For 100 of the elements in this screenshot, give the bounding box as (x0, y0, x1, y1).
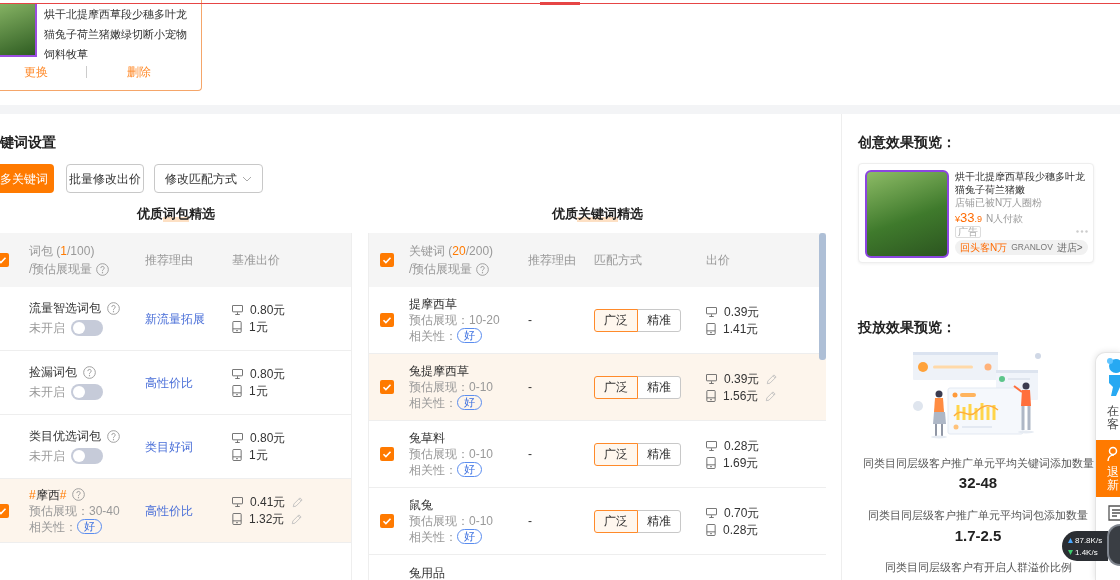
checkbox[interactable] (380, 447, 394, 461)
bid-price: 0.80元 (250, 304, 286, 316)
match-type-button[interactable]: 广泛 (594, 509, 638, 533)
stat-label: 同类目同层级客户有开启人群溢价比例 (884, 561, 1072, 573)
bid-price: 0.80元 (250, 432, 286, 444)
reason-link[interactable]: 高性价比 (145, 501, 193, 520)
monitor-icon (706, 507, 717, 518)
column-header: 词包 (1/100) (29, 243, 95, 259)
help-icon[interactable] (107, 429, 120, 443)
ad-title: 烘干北提摩西草段少穗多叶龙猫兔子荷兰猪嫩 (955, 170, 1086, 196)
relevance-label: 相关性： (29, 518, 77, 535)
match-type-button[interactable]: 广泛 (594, 375, 638, 399)
dropdown-label: 修改匹配方式 (165, 170, 237, 188)
relevance-label: 相关性： (409, 461, 457, 478)
bid-price: 1元 (249, 321, 268, 333)
help-icon[interactable] (96, 262, 110, 276)
help-icon[interactable] (83, 365, 96, 379)
upload-speed: 87.8K/s (1075, 535, 1103, 545)
product-title: 烘干北提摩西草段少穗多叶龙猫兔子荷兰猪嫩绿切断小宠物饲料牧草 (44, 7, 188, 62)
column-header: 关键词 (20/200) (409, 243, 494, 259)
checkbox[interactable] (380, 313, 394, 327)
estimate-text: 预估展现：30-40 (29, 502, 120, 519)
pencil-icon[interactable] (765, 389, 778, 402)
shop-link[interactable]: 进店> (1056, 242, 1083, 253)
column-header: 匹配方式 (594, 252, 642, 269)
checkbox[interactable] (380, 380, 394, 394)
help-icon[interactable] (107, 301, 120, 315)
brand-name: GRANLOV (1011, 242, 1053, 253)
more-icon[interactable] (1075, 230, 1088, 233)
keyword-name: 兔提摩西草 (409, 363, 469, 378)
status-text: 未开启 (29, 320, 65, 337)
sales-count: N人付款 (986, 212, 1024, 226)
checkbox[interactable] (0, 253, 9, 267)
estimate-text: 预估展现：10-20 (409, 311, 500, 328)
package-name: 流量智选词包 (29, 300, 101, 316)
bid-price: 1.41元 (723, 322, 759, 335)
help-icon[interactable] (72, 488, 86, 501)
help-icon[interactable] (476, 262, 490, 276)
monitor-icon (232, 433, 243, 443)
reason-text: - (528, 312, 532, 329)
section-heading: 键词设置 (0, 134, 56, 150)
phone-icon (232, 321, 242, 333)
match-type-button[interactable]: 精准 (637, 375, 681, 399)
monitor-icon (706, 440, 717, 451)
toolbar-button[interactable]: 批量修改出价 (66, 164, 144, 193)
service-text: 在 (1107, 405, 1120, 418)
download-speed: 1.4K/s (1075, 547, 1098, 557)
reason-link[interactable]: 类目好词 (145, 437, 193, 456)
column-header: 推荐理由 (528, 252, 576, 269)
reason-text: - (528, 446, 532, 463)
match-type-button[interactable]: 广泛 (594, 308, 638, 332)
checkbox[interactable] (380, 253, 394, 267)
relevance-label: 相关性： (409, 327, 457, 344)
phone-icon (706, 389, 716, 402)
match-type-button[interactable]: 精准 (637, 509, 681, 533)
down-arrow-icon (1068, 549, 1073, 555)
phone-icon (232, 385, 242, 397)
checkbox[interactable] (380, 514, 394, 528)
toggle-switch[interactable] (71, 384, 103, 400)
repeat-buyers-text: 回头客N万 (960, 242, 1008, 253)
toggle-switch[interactable] (71, 320, 103, 336)
checkbox[interactable] (0, 503, 9, 518)
reason-link[interactable]: 新流量拓展 (145, 309, 205, 328)
pencil-icon[interactable] (292, 496, 305, 508)
table-title: 优质词包精选 (137, 207, 215, 222)
match-type-button[interactable]: 精准 (637, 442, 681, 466)
reason-link[interactable]: 高性价比 (145, 373, 193, 392)
phone-icon (706, 523, 716, 536)
promo-text: 新 (1107, 479, 1120, 492)
bid-price: 0.28元 (723, 523, 759, 536)
column-header: /预估展现量 (29, 261, 93, 277)
scrollbar-thumb[interactable] (819, 233, 826, 360)
pencil-icon[interactable] (766, 372, 779, 385)
bid-price: 0.39元 (724, 372, 760, 385)
pencil-icon[interactable] (291, 513, 304, 525)
phone-icon (232, 449, 242, 461)
phone-icon (706, 322, 716, 335)
bid-price: 1元 (249, 449, 268, 461)
status-text: 未开启 (29, 384, 65, 401)
list-icon[interactable] (1107, 505, 1120, 521)
bid-price: 0.41元 (250, 496, 286, 508)
phone-icon (706, 456, 716, 469)
stat-label: 同类目同层级客户推广单元平均词包添加数量 (868, 509, 1088, 521)
monitor-icon (232, 305, 243, 315)
match-type-button[interactable]: 广泛 (594, 442, 638, 466)
service-text: 客 (1107, 418, 1120, 431)
column-header: 出价 (706, 252, 730, 269)
column-header: 基准出价 (232, 252, 280, 269)
match-type-button[interactable]: 精准 (637, 308, 681, 332)
mascot-icon (1107, 357, 1120, 399)
estimate-text: 预估展现：0-10 (409, 512, 494, 529)
status-text: 未开启 (29, 448, 65, 465)
match-type-dropdown[interactable]: 修改匹配方式 (154, 164, 263, 193)
bid-price: 0.80元 (250, 368, 286, 380)
relevance-label: 相关性： (409, 394, 457, 411)
estimate-text: 预估展现：0-10 (409, 378, 494, 395)
estimate-text: 预估展现：0-10 (409, 445, 494, 462)
toggle-switch[interactable] (71, 448, 103, 464)
table-title: 优质关键词精选 (551, 207, 643, 222)
bid-price: 1.32元 (249, 513, 285, 525)
